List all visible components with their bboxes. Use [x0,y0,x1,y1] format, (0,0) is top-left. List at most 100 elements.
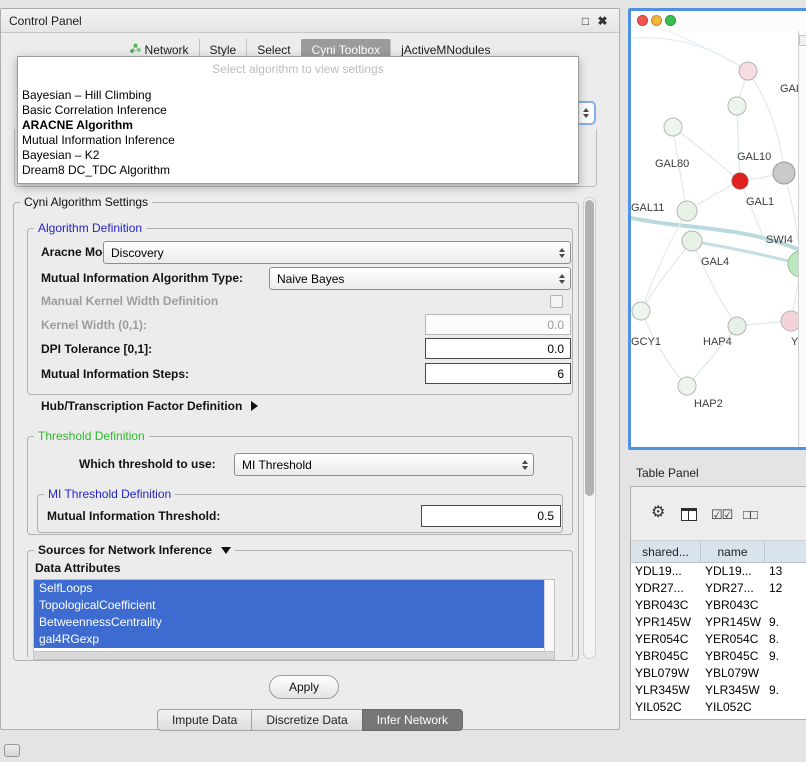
apply-button[interactable]: Apply [269,675,339,699]
node-label: SWI4 [766,234,793,246]
settings-scrollbar-thumb[interactable] [585,200,594,496]
kernel-width-label: Kernel Width (0,1): [41,318,147,332]
table-row[interactable]: YPR145WYPR145W9. [631,614,806,631]
panel-dock-icon[interactable] [4,744,20,757]
table-row[interactable]: YIL052CYIL052C [631,699,806,716]
network-node[interactable] [739,62,757,80]
float-window-icon[interactable]: □ [577,14,594,28]
network-vertical-scrollbar[interactable] [798,31,806,447]
network-node[interactable] [632,302,650,320]
algorithm-option-mutual-information-inference[interactable]: Mutual Information Inference [18,133,578,148]
table-row[interactable]: YBR043CYBR043C [631,597,806,614]
algorithm-definition-title: Algorithm Definition [34,221,146,235]
table-cell: 9. [765,648,806,665]
table-cell: 12 [765,580,806,597]
table-cell: YLR345W [701,682,765,699]
bottom-tab-impute-data[interactable]: Impute Data [157,709,252,731]
manual-kernel-width-checkbox[interactable] [550,295,563,308]
table-cell: YBL079W [631,665,701,682]
column-header-name[interactable]: name [701,541,765,562]
network-node[interactable] [781,311,798,331]
network-scrollbar-box[interactable] [799,35,806,46]
network-canvas[interactable]: GALGAL80GAL10GAL11GAL1SWI4GAL4GCY1HAP4YH… [631,31,798,447]
expand-right-icon [251,401,258,411]
attribute-item-topologicalcoefficient[interactable]: TopologicalCoefficient [34,597,544,614]
network-edge [687,326,737,386]
which-threshold-combo[interactable]: MI Threshold [234,453,534,476]
settings-scrollbar-track[interactable] [583,197,596,659]
algorithm-option-bayesian-k2[interactable]: Bayesian – K2 [18,148,578,163]
network-node[interactable] [732,173,748,189]
algorithm-dropdown-popup: Select algorithm to view settings Bayesi… [17,56,579,184]
table-cell: YIL052C [701,699,765,716]
table-cell: 13 [765,563,806,580]
table-row[interactable]: YBR045CYBR045C9. [631,648,806,665]
column-header-extra[interactable] [765,541,806,562]
close-traffic-light-icon[interactable] [637,15,648,26]
attribute-item-gal4rgexp[interactable]: gal4RGexp [34,631,544,648]
network-icon [130,43,141,57]
checked-columns-icon[interactable]: ☑☑ [711,507,732,523]
unchecked-columns-icon[interactable]: □□ [743,507,757,522]
tab-label: Select [257,43,290,57]
attributes-horizontal-scrollbar[interactable] [33,651,555,660]
mi-threshold-definition-title: MI Threshold Definition [44,487,175,501]
table-cell: YBR045C [631,648,701,665]
network-node[interactable] [664,118,682,136]
network-node[interactable] [677,201,697,221]
combo-arrows-icon [554,248,570,258]
algorithm-combo-partial[interactable] [578,101,596,125]
algorithm-option-bayesian-hill-climbing[interactable]: Bayesian – Hill Climbing [18,88,578,103]
desktop: Control Panel □ ✖ NetworkStyleSelectCyni… [0,0,806,762]
bottom-tabs: Impute DataDiscretize DataInfer Network [1,709,619,731]
mi-algorithm-type-label: Mutual Information Algorithm Type: [41,271,243,285]
kernel-width-field[interactable]: 0.0 [425,314,571,335]
tab-label: Cyni Toolbox [312,43,380,57]
hub-transcription-factor-section[interactable]: Hub/Transcription Factor Definition [41,399,258,413]
network-node[interactable] [728,317,746,335]
mi-steps-field[interactable]: 6 [425,363,571,384]
table-cell: YER054C [631,631,701,648]
close-window-icon[interactable]: ✖ [594,14,611,28]
table-row[interactable]: YER054CYER054C8. [631,631,806,648]
control-panel-title: Control Panel [9,14,577,28]
table-cell: 9. [765,614,806,631]
table-row[interactable]: YDR27...YDR27...12 [631,580,806,597]
aracne-mode-combo[interactable]: Discovery [103,241,571,264]
table-cell: YDL19... [701,563,765,580]
control-panel-window: Control Panel □ ✖ NetworkStyleSelectCyni… [0,8,620,730]
network-node[interactable] [682,231,702,251]
column-header-shared-[interactable]: shared... [631,541,701,562]
algorithm-option-basic-correlation-inference[interactable]: Basic Correlation Inference [18,103,578,118]
network-node[interactable] [773,162,795,184]
network-node[interactable] [728,97,746,115]
columns-icon[interactable] [681,508,697,526]
table-cell: YDL19... [631,563,701,580]
mi-algorithm-type-combo[interactable]: Naive Bayes [269,267,571,290]
sources-title-row[interactable]: Sources for Network Inference [34,543,235,557]
algorithm-option-aracne-algorithm[interactable]: ARACNE Algorithm [18,118,578,133]
bottom-tab-discretize-data[interactable]: Discretize Data [251,709,362,731]
dpi-tolerance-field[interactable]: 0.0 [425,338,571,359]
table-row[interactable]: YLR345WYLR345W9. [631,682,806,699]
table-cell: YDR27... [701,580,765,597]
network-node[interactable] [788,251,798,277]
node-label: GAL11 [631,202,664,214]
table-row[interactable]: YDL19...YDL19...13 [631,563,806,580]
algorithm-options: Bayesian – Hill ClimbingBasic Correlatio… [18,88,578,178]
bottom-tab-infer-network[interactable]: Infer Network [362,709,463,731]
zoom-traffic-light-icon[interactable] [665,15,676,26]
cyni-algorithm-settings-title: Cyni Algorithm Settings [20,195,152,209]
gear-icon[interactable]: ⚙ [651,502,665,522]
network-node[interactable] [678,377,696,395]
minimize-traffic-light-icon[interactable] [651,15,662,26]
algorithm-option-dream8-dc-tdc-algorithm[interactable]: Dream8 DC_TDC Algorithm [18,163,578,178]
table-row[interactable]: YBL079WYBL079W [631,665,806,682]
table-toolbar: ⚙ ☑☑ □□ [631,487,806,541]
mi-threshold-field[interactable]: 0.5 [421,505,561,527]
attributes-vertical-scrollbar[interactable] [544,580,554,652]
table-cell: YBL079W [701,665,765,682]
mi-threshold-label: Mutual Information Threshold: [47,509,220,523]
attribute-item-selfloops[interactable]: SelfLoops [34,580,544,597]
attribute-item-betweennesscentrality[interactable]: BetweennessCentrality [34,614,544,631]
